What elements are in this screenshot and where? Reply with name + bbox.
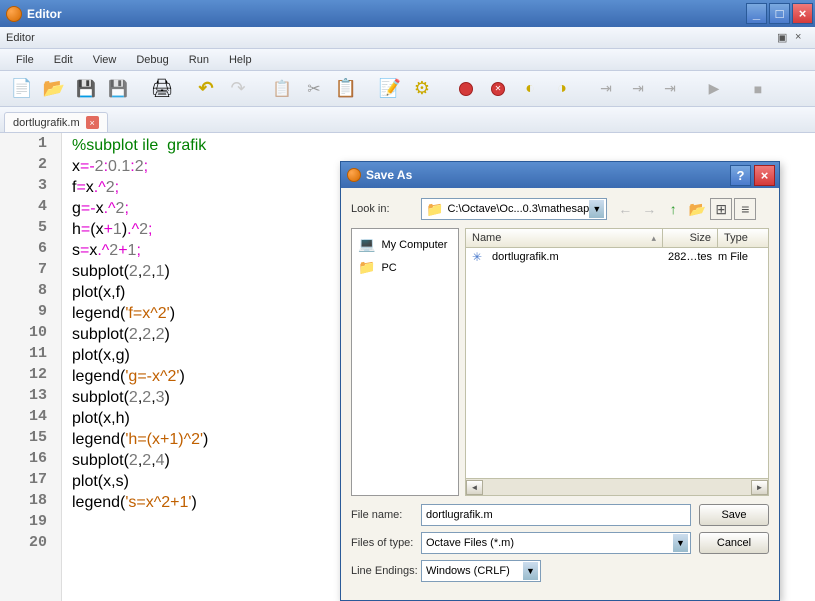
file-row-name: dortlugrafik.m — [492, 251, 657, 263]
close-button[interactable]: × — [792, 3, 813, 24]
folder-icon — [426, 201, 447, 218]
open-file-button[interactable] — [40, 75, 68, 103]
breakpoint-toggle-button[interactable] — [452, 75, 480, 103]
dialog-sidebar: My Computer PC — [351, 228, 459, 496]
save-button[interactable] — [72, 75, 100, 103]
look-in-select[interactable]: C:\Octave\Oc...0.3\mathesap ▼ — [421, 198, 607, 220]
maximize-button[interactable]: □ — [769, 3, 790, 24]
look-in-path: C:\Octave\Oc...0.3\mathesap — [447, 203, 589, 215]
chevron-down-icon[interactable]: ▼ — [589, 200, 604, 218]
copy-button[interactable] — [268, 75, 296, 103]
app-titlebar: Editor _ □ × — [0, 0, 815, 27]
sub-close-button[interactable]: × — [795, 31, 809, 45]
menu-run[interactable]: Run — [179, 51, 219, 69]
file-tab-close-button[interactable]: × — [86, 116, 99, 129]
file-row-type: m File — [712, 251, 762, 263]
find-replace-button[interactable] — [376, 75, 404, 103]
line-number-gutter: 1 2 3 4 5 6 7 8 9 10 11 12 13 14 15 16 1… — [0, 133, 62, 601]
line-endings-label: Line Endings: — [351, 565, 421, 577]
col-type[interactable]: Type — [718, 229, 768, 247]
cancel-button[interactable]: Cancel — [699, 532, 769, 554]
file-list-row[interactable]: dortlugrafik.m 282…tes m File — [466, 248, 768, 266]
save-confirm-button[interactable]: Save — [699, 504, 769, 526]
filetype-label: Files of type: — [351, 537, 421, 549]
dialog-icon — [347, 168, 361, 182]
preferences-button[interactable] — [408, 75, 436, 103]
step-out-button[interactable] — [656, 75, 684, 103]
editor-sub-title: Editor — [6, 32, 35, 44]
dialog-help-button[interactable]: ? — [730, 165, 751, 186]
file-icon — [472, 250, 488, 264]
col-name[interactable]: Name — [466, 229, 663, 247]
sidebar-my-computer[interactable]: My Computer — [356, 233, 454, 256]
editor-sub-titlebar: Editor ▣ × — [0, 27, 815, 49]
run-button[interactable] — [700, 75, 728, 103]
list-view-button[interactable] — [710, 198, 732, 220]
file-list-header: Name Size Type — [465, 228, 769, 248]
save-as-dialog: Save As ? × Look in: C:\Octave\Oc...0.3\… — [340, 161, 780, 601]
filename-input[interactable] — [421, 504, 691, 526]
file-row-size: 282…tes — [657, 251, 712, 263]
file-list[interactable]: dortlugrafik.m 282…tes m File — [465, 248, 769, 479]
file-tab-label: dortlugrafik.m — [13, 117, 80, 129]
nav-forward-button[interactable] — [638, 198, 660, 220]
nav-up-button[interactable] — [662, 198, 684, 220]
computer-icon — [358, 236, 375, 253]
scroll-left-button[interactable]: ◄ — [466, 480, 483, 495]
undo-button[interactable] — [192, 75, 220, 103]
undock-button[interactable]: ▣ — [777, 31, 791, 45]
detail-view-button[interactable] — [734, 198, 756, 220]
redo-button[interactable] — [224, 75, 252, 103]
menu-edit[interactable]: Edit — [44, 51, 83, 69]
horizontal-scrollbar[interactable]: ◄ ► — [465, 479, 769, 496]
new-folder-button[interactable] — [686, 198, 708, 220]
sidebar-pc[interactable]: PC — [356, 256, 454, 279]
minimize-button[interactable]: _ — [746, 3, 767, 24]
file-tabbar: dortlugrafik.m × — [0, 107, 815, 133]
app-icon — [6, 6, 22, 22]
breakpoint-prev-button[interactable] — [516, 75, 544, 103]
filetype-select[interactable]: Octave Files (*.m) ▼ — [421, 532, 691, 554]
nav-back-button[interactable] — [614, 198, 636, 220]
menubar: File Edit View Debug Run Help — [0, 49, 815, 71]
look-in-label: Look in: — [351, 203, 421, 215]
menu-debug[interactable]: Debug — [126, 51, 178, 69]
app-title: Editor — [27, 7, 62, 21]
print-button[interactable] — [148, 75, 176, 103]
new-file-button[interactable] — [8, 75, 36, 103]
file-tab[interactable]: dortlugrafik.m × — [4, 112, 108, 132]
col-size[interactable]: Size — [663, 229, 718, 247]
chevron-down-icon[interactable]: ▼ — [523, 562, 538, 580]
menu-file[interactable]: File — [6, 51, 44, 69]
folder-icon — [358, 259, 375, 276]
dialog-titlebar: Save As ? × — [341, 162, 779, 188]
step-button[interactable] — [592, 75, 620, 103]
breakpoint-next-button[interactable] — [548, 75, 576, 103]
toolbar — [0, 71, 815, 107]
filename-label: File name: — [351, 509, 421, 521]
dialog-close-button[interactable]: × — [754, 165, 775, 186]
line-endings-select[interactable]: Windows (CRLF) ▼ — [421, 560, 541, 582]
paste-button[interactable] — [332, 75, 360, 103]
dialog-title: Save As — [366, 168, 412, 182]
chevron-down-icon[interactable]: ▼ — [673, 534, 688, 552]
stop-button[interactable] — [744, 75, 772, 103]
breakpoint-remove-button[interactable] — [484, 75, 512, 103]
menu-help[interactable]: Help — [219, 51, 262, 69]
step-in-button[interactable] — [624, 75, 652, 103]
save-as-button[interactable] — [104, 75, 132, 103]
menu-view[interactable]: View — [83, 51, 127, 69]
scroll-right-button[interactable]: ► — [751, 480, 768, 495]
cut-button[interactable] — [300, 75, 328, 103]
